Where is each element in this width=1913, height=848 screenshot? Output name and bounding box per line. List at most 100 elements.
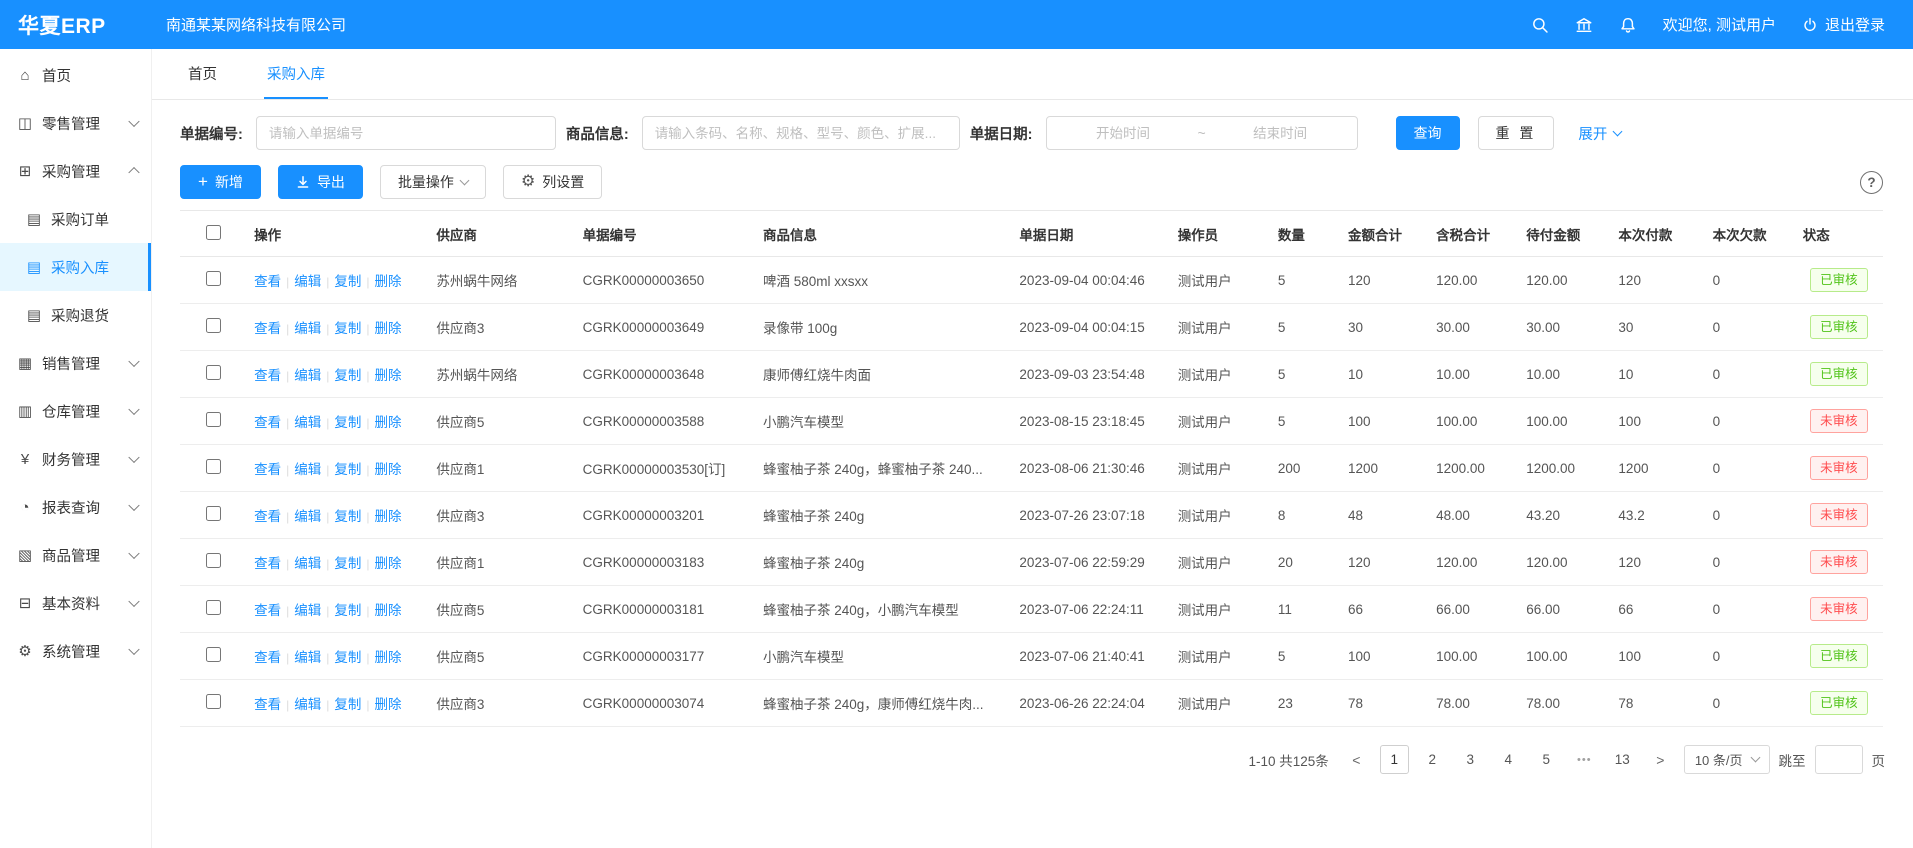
column-settings-button[interactable]: ⚙ 列设置 <box>503 165 602 199</box>
view-link[interactable]: 查看 <box>254 650 281 665</box>
sidebar-item[interactable]: ▥ 仓库管理 <box>0 387 151 435</box>
page-number[interactable]: 13 <box>1608 745 1637 774</box>
jump-page-input[interactable] <box>1815 745 1863 774</box>
page-number[interactable]: 5 <box>1532 745 1561 774</box>
delete-link[interactable]: 删除 <box>374 321 401 336</box>
sidebar-item[interactable]: ▤ 采购退货 <box>0 291 151 339</box>
sidebar-item[interactable]: ▤ 采购入库 <box>0 243 151 291</box>
copy-link[interactable]: 复制 <box>334 415 361 430</box>
next-page-button[interactable]: > <box>1646 745 1675 774</box>
copy-link[interactable]: 复制 <box>334 509 361 524</box>
page-number[interactable]: ••• <box>1570 745 1599 774</box>
page-number[interactable]: 4 <box>1494 745 1523 774</box>
delete-link[interactable]: 删除 <box>374 556 401 571</box>
sidebar-item[interactable]: ⌂ 首页 <box>0 51 151 99</box>
edit-link[interactable]: 编辑 <box>294 697 321 712</box>
bill-no-input[interactable] <box>256 116 556 150</box>
copy-link[interactable]: 复制 <box>334 650 361 665</box>
edit-link[interactable]: 编辑 <box>294 368 321 383</box>
sidebar-item[interactable]: ▤ 采购订单 <box>0 195 151 243</box>
search-button[interactable]: 查询 <box>1396 116 1460 150</box>
logout-button[interactable]: 退出登录 <box>1802 14 1885 35</box>
sidebar-item[interactable]: ◔ 报表查询 <box>0 483 151 531</box>
page-size-select[interactable]: 10 条/页 <box>1684 745 1770 774</box>
row-checkbox[interactable] <box>206 506 221 521</box>
sidebar-item[interactable]: ▦ 销售管理 <box>0 339 151 387</box>
delete-link[interactable]: 删除 <box>374 509 401 524</box>
amount-due-cell: 78.00 <box>1518 680 1610 727</box>
batch-actions-button[interactable]: 批量操作 <box>380 165 486 199</box>
row-checkbox[interactable] <box>206 365 221 380</box>
copy-link[interactable]: 复制 <box>334 274 361 289</box>
view-link[interactable]: 查看 <box>254 274 281 289</box>
expand-link[interactable]: 展开 <box>1578 123 1621 144</box>
delete-link[interactable]: 删除 <box>374 274 401 289</box>
copy-link[interactable]: 复制 <box>334 556 361 571</box>
row-checkbox[interactable] <box>206 459 221 474</box>
sidebar-item[interactable]: ⊟ 基本资料 <box>0 579 151 627</box>
row-checkbox[interactable] <box>206 600 221 615</box>
date-start-input[interactable] <box>1053 126 1194 141</box>
delete-link[interactable]: 删除 <box>374 603 401 618</box>
column-header: 数量 <box>1270 211 1340 257</box>
view-link[interactable]: 查看 <box>254 462 281 477</box>
view-link[interactable]: 查看 <box>254 603 281 618</box>
copy-link[interactable]: 复制 <box>334 697 361 712</box>
prev-page-button[interactable]: < <box>1342 745 1371 774</box>
copy-link[interactable]: 复制 <box>334 603 361 618</box>
help-icon[interactable]: ? <box>1860 171 1883 194</box>
edit-link[interactable]: 编辑 <box>294 650 321 665</box>
sidebar-item[interactable]: ⊞ 采购管理 <box>0 147 151 195</box>
goods-info-input[interactable] <box>642 116 960 150</box>
edit-link[interactable]: 编辑 <box>294 321 321 336</box>
bell-icon[interactable] <box>1619 16 1637 34</box>
view-link[interactable]: 查看 <box>254 556 281 571</box>
copy-link[interactable]: 复制 <box>334 321 361 336</box>
view-link[interactable]: 查看 <box>254 368 281 383</box>
sidebar-item[interactable]: ⚙ 系统管理 <box>0 627 151 675</box>
select-all-checkbox[interactable] <box>206 225 221 240</box>
sidebar-item[interactable]: ▧ 商品管理 <box>0 531 151 579</box>
bank-icon[interactable] <box>1575 16 1593 34</box>
reset-button[interactable]: 重 置 <box>1478 116 1555 150</box>
delete-link[interactable]: 删除 <box>374 697 401 712</box>
page-number[interactable]: 3 <box>1456 745 1485 774</box>
sidebar-item[interactable]: ¥ 财务管理 <box>0 435 151 483</box>
delete-link[interactable]: 删除 <box>374 462 401 477</box>
page-number[interactable]: 1 <box>1380 745 1409 774</box>
tab[interactable]: 采购入库 <box>264 49 328 99</box>
add-button[interactable]: + 新增 <box>180 165 261 199</box>
edit-link[interactable]: 编辑 <box>294 462 321 477</box>
search-icon[interactable] <box>1531 16 1549 34</box>
row-checkbox[interactable] <box>206 271 221 286</box>
view-link[interactable]: 查看 <box>254 321 281 336</box>
view-link[interactable]: 查看 <box>254 697 281 712</box>
status-badge: 未审核 <box>1810 409 1868 433</box>
row-actions-cell: 查看|编辑|复制|删除 <box>246 351 428 398</box>
edit-link[interactable]: 编辑 <box>294 274 321 289</box>
copy-link[interactable]: 复制 <box>334 368 361 383</box>
export-button[interactable]: 导出 <box>278 165 363 199</box>
delete-link[interactable]: 删除 <box>374 415 401 430</box>
page-number[interactable]: 2 <box>1418 745 1447 774</box>
edit-link[interactable]: 编辑 <box>294 415 321 430</box>
delete-link[interactable]: 删除 <box>374 368 401 383</box>
row-checkbox[interactable] <box>206 553 221 568</box>
row-checkbox[interactable] <box>206 318 221 333</box>
row-checkbox[interactable] <box>206 412 221 427</box>
date-range-picker[interactable]: ~ <box>1046 116 1358 150</box>
edit-link[interactable]: 编辑 <box>294 556 321 571</box>
row-checkbox[interactable] <box>206 647 221 662</box>
date-end-input[interactable] <box>1210 126 1351 141</box>
tab[interactable]: 首页 <box>185 49 220 99</box>
row-checkbox[interactable] <box>206 694 221 709</box>
view-link[interactable]: 查看 <box>254 509 281 524</box>
edit-link[interactable]: 编辑 <box>294 603 321 618</box>
divider: | <box>326 604 329 618</box>
copy-link[interactable]: 复制 <box>334 462 361 477</box>
view-link[interactable]: 查看 <box>254 415 281 430</box>
main-layout: ⌂ 首页 ◫ 零售管理 ⊞ 采购管理 ▤ 采购订单 <box>0 49 1913 848</box>
sidebar-item[interactable]: ◫ 零售管理 <box>0 99 151 147</box>
edit-link[interactable]: 编辑 <box>294 509 321 524</box>
delete-link[interactable]: 删除 <box>374 650 401 665</box>
